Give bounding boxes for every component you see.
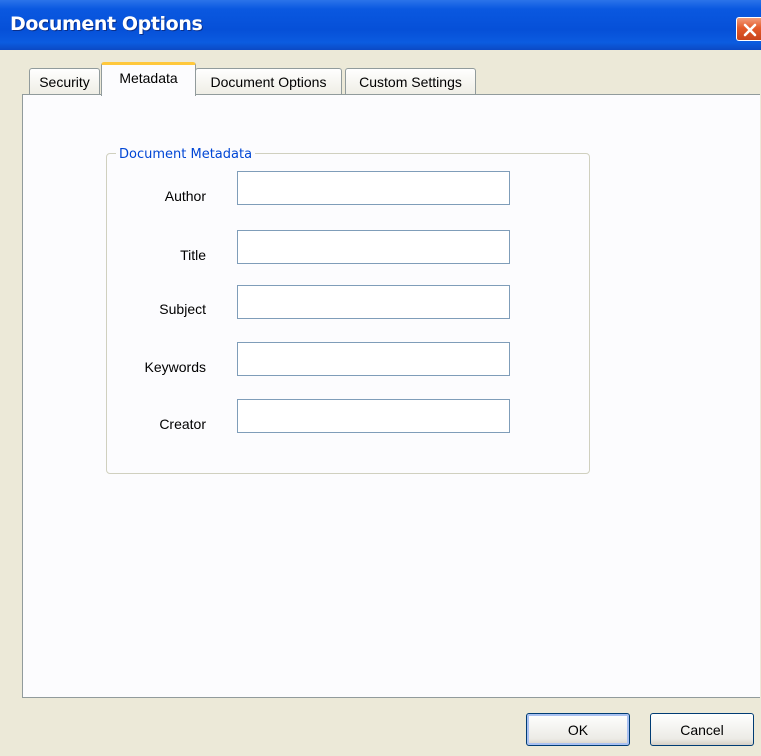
title-field[interactable] xyxy=(237,230,510,264)
tab-security[interactable]: Security xyxy=(29,68,100,95)
subject-field[interactable] xyxy=(237,285,510,319)
keywords-field[interactable] xyxy=(237,342,510,376)
group-title: Document Metadata xyxy=(116,147,256,162)
creator-field[interactable] xyxy=(237,399,510,433)
window-title: Document Options xyxy=(10,13,203,35)
close-icon xyxy=(743,23,757,37)
author-field[interactable] xyxy=(237,171,510,205)
title-label: Title xyxy=(180,247,206,263)
author-label: Author xyxy=(164,188,206,204)
ok-button[interactable]: OK xyxy=(526,713,630,746)
creator-label: Creator xyxy=(159,416,206,432)
tab-custom-settings[interactable]: Custom Settings xyxy=(345,68,476,95)
title-bar[interactable]: Document Options xyxy=(0,0,761,50)
close-button[interactable] xyxy=(736,17,761,41)
tab-metadata[interactable]: Metadata xyxy=(101,62,196,96)
keywords-label: Keywords xyxy=(144,359,206,375)
cancel-button[interactable]: Cancel xyxy=(650,713,754,746)
tab-document-options[interactable]: Document Options xyxy=(195,68,342,95)
subject-label: Subject xyxy=(159,301,206,317)
